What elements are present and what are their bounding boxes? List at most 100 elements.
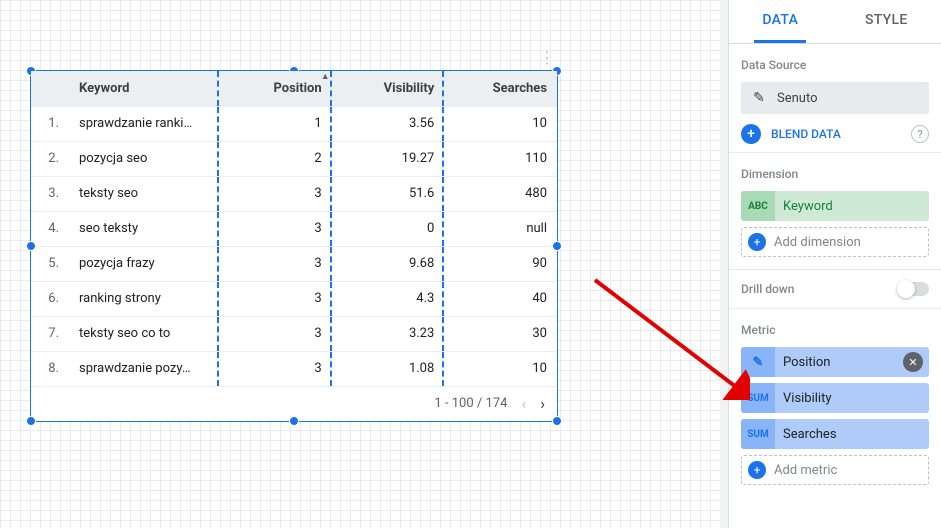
tab-style[interactable]: STYLE: [857, 0, 916, 43]
table-cell: 2: [219, 141, 332, 176]
metric-chip[interactable]: SUMSearches: [741, 419, 929, 449]
data-source-chip[interactable]: ✎ Senuto: [741, 82, 929, 114]
table-cell: 19.27: [332, 141, 445, 176]
table-row[interactable]: 5.pozycja frazy39.6890: [31, 246, 557, 281]
type-badge: ABC: [741, 191, 775, 221]
table-cell: 51.6: [332, 176, 445, 211]
add-dimension-button[interactable]: + Add dimension: [741, 227, 929, 257]
table-cell: pozycja seo: [69, 141, 219, 176]
metric-chip[interactable]: SUMVisibility: [741, 383, 929, 413]
drill-down-toggle[interactable]: [899, 282, 929, 296]
table-cell: 3.56: [332, 106, 445, 141]
section-title: Metric: [741, 323, 929, 337]
table-cell: 9.68: [332, 246, 445, 281]
pencil-icon: ✎: [749, 88, 769, 108]
table-row[interactable]: 2.pozycja seo219.27110: [31, 141, 557, 176]
table-row[interactable]: 6.ranking strony34.340: [31, 281, 557, 316]
dimension-label: Keyword: [775, 199, 929, 214]
table-row[interactable]: 4.seo teksty30null: [31, 211, 557, 246]
table-cell: 10: [444, 106, 557, 141]
table-cell: 480: [444, 176, 557, 211]
resize-handle[interactable]: [26, 416, 36, 426]
table-cell: sprawdzanie ranki…: [69, 106, 219, 141]
column-header[interactable]: Searches: [444, 71, 557, 106]
table-cell: ranking strony: [69, 281, 219, 316]
dimension-chip[interactable]: ABC Keyword: [741, 191, 929, 221]
data-source-name: Senuto: [777, 91, 818, 106]
table-cell: seo teksty: [69, 211, 219, 246]
table-row[interactable]: 8.sprawdzanie pozy…31.0810: [31, 351, 557, 386]
column-header[interactable]: Position: [219, 71, 332, 106]
table-row[interactable]: 3.teksty seo351.6480: [31, 176, 557, 211]
add-metric-button[interactable]: + Add metric: [741, 455, 929, 485]
tab-data[interactable]: DATA: [754, 0, 806, 43]
plus-icon: +: [748, 233, 766, 251]
help-icon[interactable]: ?: [911, 125, 929, 143]
aggregation-badge: SUM: [741, 419, 775, 449]
table-row[interactable]: 7.teksty seo co to33.2330: [31, 316, 557, 351]
table-cell: 4.: [31, 211, 69, 246]
metric-label: Visibility: [775, 391, 929, 406]
data-table: KeywordPositionVisibilitySearches 1.spra…: [31, 71, 557, 387]
data-source-section: Data Source ✎ Senuto + BLEND DATA ?: [729, 44, 941, 153]
section-title: Dimension: [741, 167, 929, 181]
pager-prev-icon[interactable]: ‹: [521, 394, 526, 413]
section-title: Data Source: [741, 58, 929, 72]
table-cell: 5.: [31, 246, 69, 281]
table-cell: 6.: [31, 281, 69, 316]
table-cell: 10: [444, 351, 557, 386]
plus-icon: +: [748, 461, 766, 479]
table-cell: null: [444, 211, 557, 246]
table-cell: 8.: [31, 351, 69, 386]
metric-chip[interactable]: ✎Position✕: [741, 347, 929, 377]
dimension-section: Dimension ABC Keyword + Add dimension: [729, 153, 941, 270]
table-cell: 2.: [31, 141, 69, 176]
table-cell: 3: [219, 176, 332, 211]
table-cell: 3.: [31, 176, 69, 211]
metric-label: Searches: [775, 427, 929, 442]
table-cell: pozycja frazy: [69, 246, 219, 281]
table-cell: 7.: [31, 316, 69, 351]
table-cell: 1: [219, 106, 332, 141]
table-cell: 0: [332, 211, 445, 246]
resize-handle[interactable]: [552, 416, 562, 426]
remove-icon[interactable]: ✕: [903, 352, 923, 372]
table-cell: 30: [444, 316, 557, 351]
metric-label: Position: [775, 355, 903, 370]
table-cell: 3: [219, 246, 332, 281]
properties-panel: DATA STYLE Data Source ✎ Senuto + BLEND …: [728, 0, 941, 528]
table-cell: teksty seo co to: [69, 316, 219, 351]
table-cell: 4.3: [332, 281, 445, 316]
drill-down-section: Drill down: [729, 270, 941, 309]
report-canvas[interactable]: ⋮ KeywordPositionVisibilitySearches 1.sp…: [0, 0, 720, 528]
table-cell: 90: [444, 246, 557, 281]
table-cell: 3: [219, 281, 332, 316]
column-header[interactable]: Keyword: [69, 71, 219, 106]
pager-range: 1 - 100 / 174: [434, 396, 507, 411]
table-cell: 1.: [31, 106, 69, 141]
more-vert-icon[interactable]: ⋮: [537, 47, 557, 67]
table-cell: teksty seo: [69, 176, 219, 211]
aggregation-badge: SUM: [741, 383, 775, 413]
table-chart[interactable]: ⋮ KeywordPositionVisibilitySearches 1.sp…: [30, 70, 558, 422]
scrollbar[interactable]: [720, 0, 728, 528]
column-header[interactable]: Visibility: [332, 71, 445, 106]
pencil-icon: ✎: [741, 347, 775, 377]
table-cell: 3: [219, 316, 332, 351]
table-cell: 3: [219, 351, 332, 386]
resize-handle[interactable]: [289, 416, 299, 426]
column-header[interactable]: [31, 71, 69, 106]
table-cell: sprawdzanie pozy…: [69, 351, 219, 386]
table-cell: 40: [444, 281, 557, 316]
table-row[interactable]: 1.sprawdzanie ranki…13.5610: [31, 106, 557, 141]
plus-icon: +: [741, 124, 761, 144]
panel-tabs: DATA STYLE: [729, 0, 941, 44]
drill-down-label: Drill down: [741, 282, 794, 296]
table-cell: 1.08: [332, 351, 445, 386]
metric-section: Metric ✎Position✕SUMVisibilitySUMSearche…: [729, 309, 941, 497]
table-cell: 3.23: [332, 316, 445, 351]
pager-next-icon[interactable]: ›: [540, 394, 545, 413]
blend-data-button[interactable]: + BLEND DATA ?: [741, 124, 929, 144]
table-cell: 110: [444, 141, 557, 176]
table-cell: 3: [219, 211, 332, 246]
